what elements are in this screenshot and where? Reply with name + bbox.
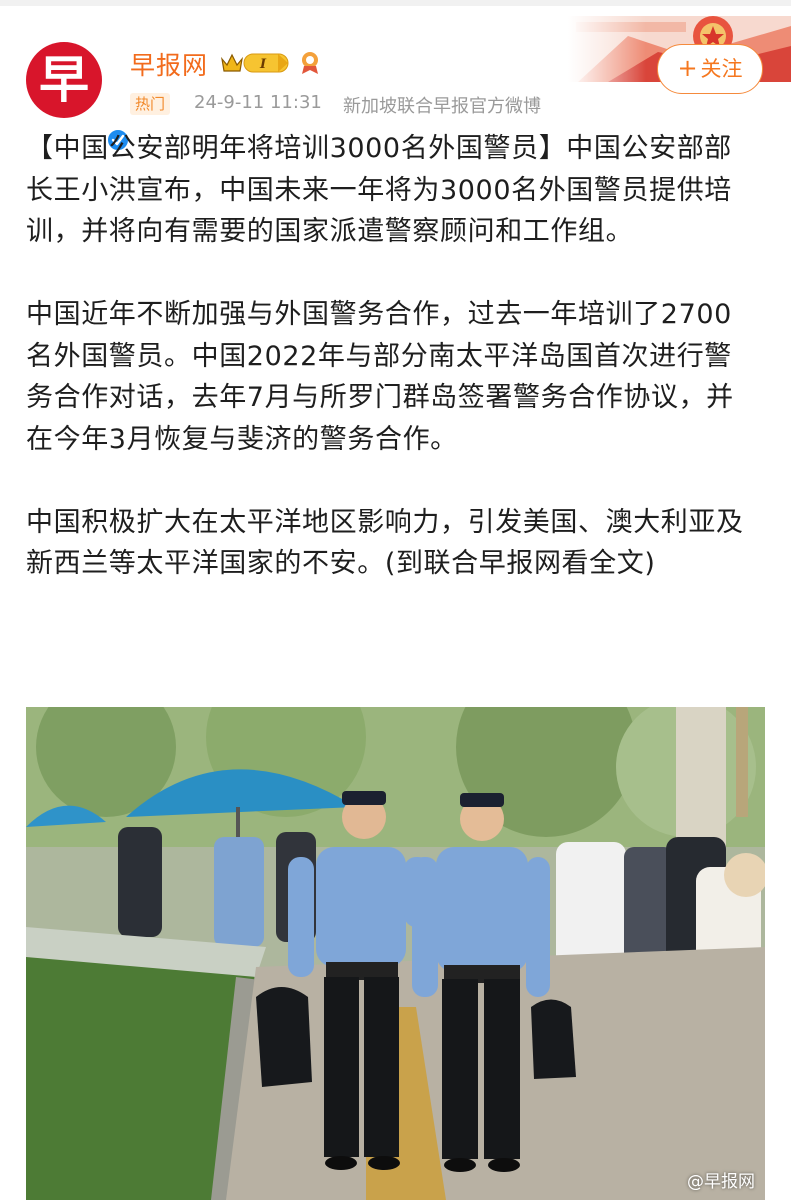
plus-icon: + xyxy=(677,54,698,82)
follow-label: 关注 xyxy=(700,57,743,81)
vip-level-text: I xyxy=(259,57,267,72)
post-timestamp: 24-9-11 11:31 xyxy=(194,92,322,113)
post-photo[interactable]: @早报网 xyxy=(26,707,765,1200)
weibo-post-page: 早 早报网 I 热门 24-9-11 11:31 新加坡联合早报官方微博 + 关… xyxy=(0,0,791,1200)
post-source: 新加坡联合早报官方微博 xyxy=(343,96,541,117)
follow-button[interactable]: + 关注 xyxy=(657,44,763,94)
hot-tag-badge: 热门 xyxy=(130,93,171,115)
police-photo-illustration xyxy=(26,707,765,1200)
avatar[interactable]: 早 xyxy=(26,42,130,152)
vip-badge-icon[interactable]: I xyxy=(220,50,290,76)
post-paragraph-2: 中国近年不断加强与外国警务合作，过去一年培训了2700名外国警员。中国2022年… xyxy=(26,299,734,455)
post-text: 【中国公安部明年将培训3000名外国警员】中国公安部部长王小洪宣布，中国未来一年… xyxy=(26,128,754,585)
avatar-logo-char: 早 xyxy=(39,51,89,109)
post-paragraph-1: 【中国公安部明年将培训3000名外国警员】中国公安部部长王小洪宣布，中国未来一年… xyxy=(26,133,732,247)
image-watermark: @早报网 xyxy=(687,1172,755,1192)
post-header: 早 早报网 I 热门 24-9-11 11:31 新加坡联合早报官方微博 + 关… xyxy=(0,6,791,152)
author-name[interactable]: 早报网 xyxy=(130,46,208,82)
read-full-article-link[interactable]: (到联合早报网看全文) xyxy=(385,548,656,579)
medal-icon[interactable] xyxy=(298,50,322,76)
post-paragraph-3: 中国积极扩大在太平洋地区影响力，引发美国、澳大利亚及新西兰等太平洋国家的不安。(… xyxy=(26,502,754,585)
